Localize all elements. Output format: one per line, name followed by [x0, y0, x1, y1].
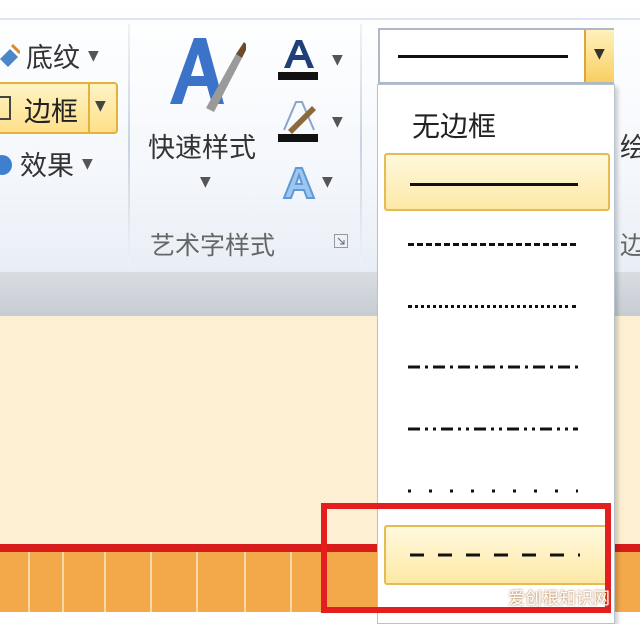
wordart-a-brush-icon: [170, 38, 246, 112]
dash-dot-dot-line-sample: [408, 427, 578, 431]
chevron-down-icon: ▼: [200, 174, 211, 190]
chevron-down-icon: ▼: [332, 114, 343, 130]
text-outline-button[interactable]: ▼: [278, 100, 348, 146]
border-icon: [0, 96, 11, 120]
shading-label: 底纹: [26, 43, 80, 74]
paint-bucket-icon: [0, 43, 20, 67]
effects-button[interactable]: 效果 ▼: [0, 144, 93, 183]
chevron-down-icon: ▼: [594, 46, 605, 62]
watermark: 爱创根知识网: [508, 589, 610, 609]
chevron-down-icon: ▼: [82, 155, 93, 172]
long-dash-line-sample: [408, 243, 576, 246]
text-fill-button[interactable]: ▼: [278, 38, 348, 84]
chevron-down-icon: ▼: [88, 47, 99, 64]
text-effects-button[interactable]: ▼: [278, 164, 348, 208]
line-style-solid[interactable]: [384, 153, 610, 211]
quick-styles-label: 快速样式: [148, 133, 256, 164]
text-effects-glow-icon: [282, 167, 316, 199]
dash-dot-line-sample: [408, 365, 578, 369]
quick-styles-button[interactable]: 快速样式 ▼: [148, 34, 268, 204]
border-button[interactable]: 边框 ▼: [0, 82, 118, 134]
line-style-dropdown-button[interactable]: ▼: [584, 30, 614, 82]
sparse-dot-line-sample: [408, 489, 578, 493]
line-style-dotted[interactable]: [384, 277, 610, 335]
group-separator: [360, 24, 362, 266]
group-label-wordart-styles: 艺术字样式: [150, 231, 276, 260]
draw-label-partial: 绘: [620, 133, 640, 164]
line-style-combo[interactable]: ▼: [378, 28, 614, 84]
current-line-style: [398, 55, 568, 58]
border-group-label-partial: 边: [620, 231, 640, 260]
dotted-line-sample: [408, 305, 576, 308]
shading-button[interactable]: 底纹 ▼: [0, 36, 99, 75]
dialog-launcher-icon[interactable]: [334, 234, 348, 248]
chevron-down-icon: ▼: [332, 52, 343, 68]
text-fill-icon: [278, 40, 318, 80]
effects-label: 效果: [20, 151, 74, 182]
text-outline-pen-icon: [278, 101, 318, 142]
no-border-option[interactable]: 无边框: [384, 91, 610, 149]
no-border-label: 无边框: [412, 110, 497, 143]
line-style-long-dash[interactable]: [384, 215, 610, 273]
split-divider: [88, 84, 90, 132]
chevron-down-icon: ▼: [322, 174, 333, 190]
chevron-down-icon[interactable]: ▼: [95, 98, 106, 114]
line-style-dash-dot-dot[interactable]: [384, 401, 610, 459]
line-style-dash-dot[interactable]: [384, 339, 610, 397]
group-separator: [128, 24, 130, 266]
effects-icon: [0, 154, 12, 175]
ribbon-top-divider: [0, 18, 640, 20]
border-label: 边框: [24, 97, 78, 128]
solid-line-sample: [410, 183, 578, 186]
